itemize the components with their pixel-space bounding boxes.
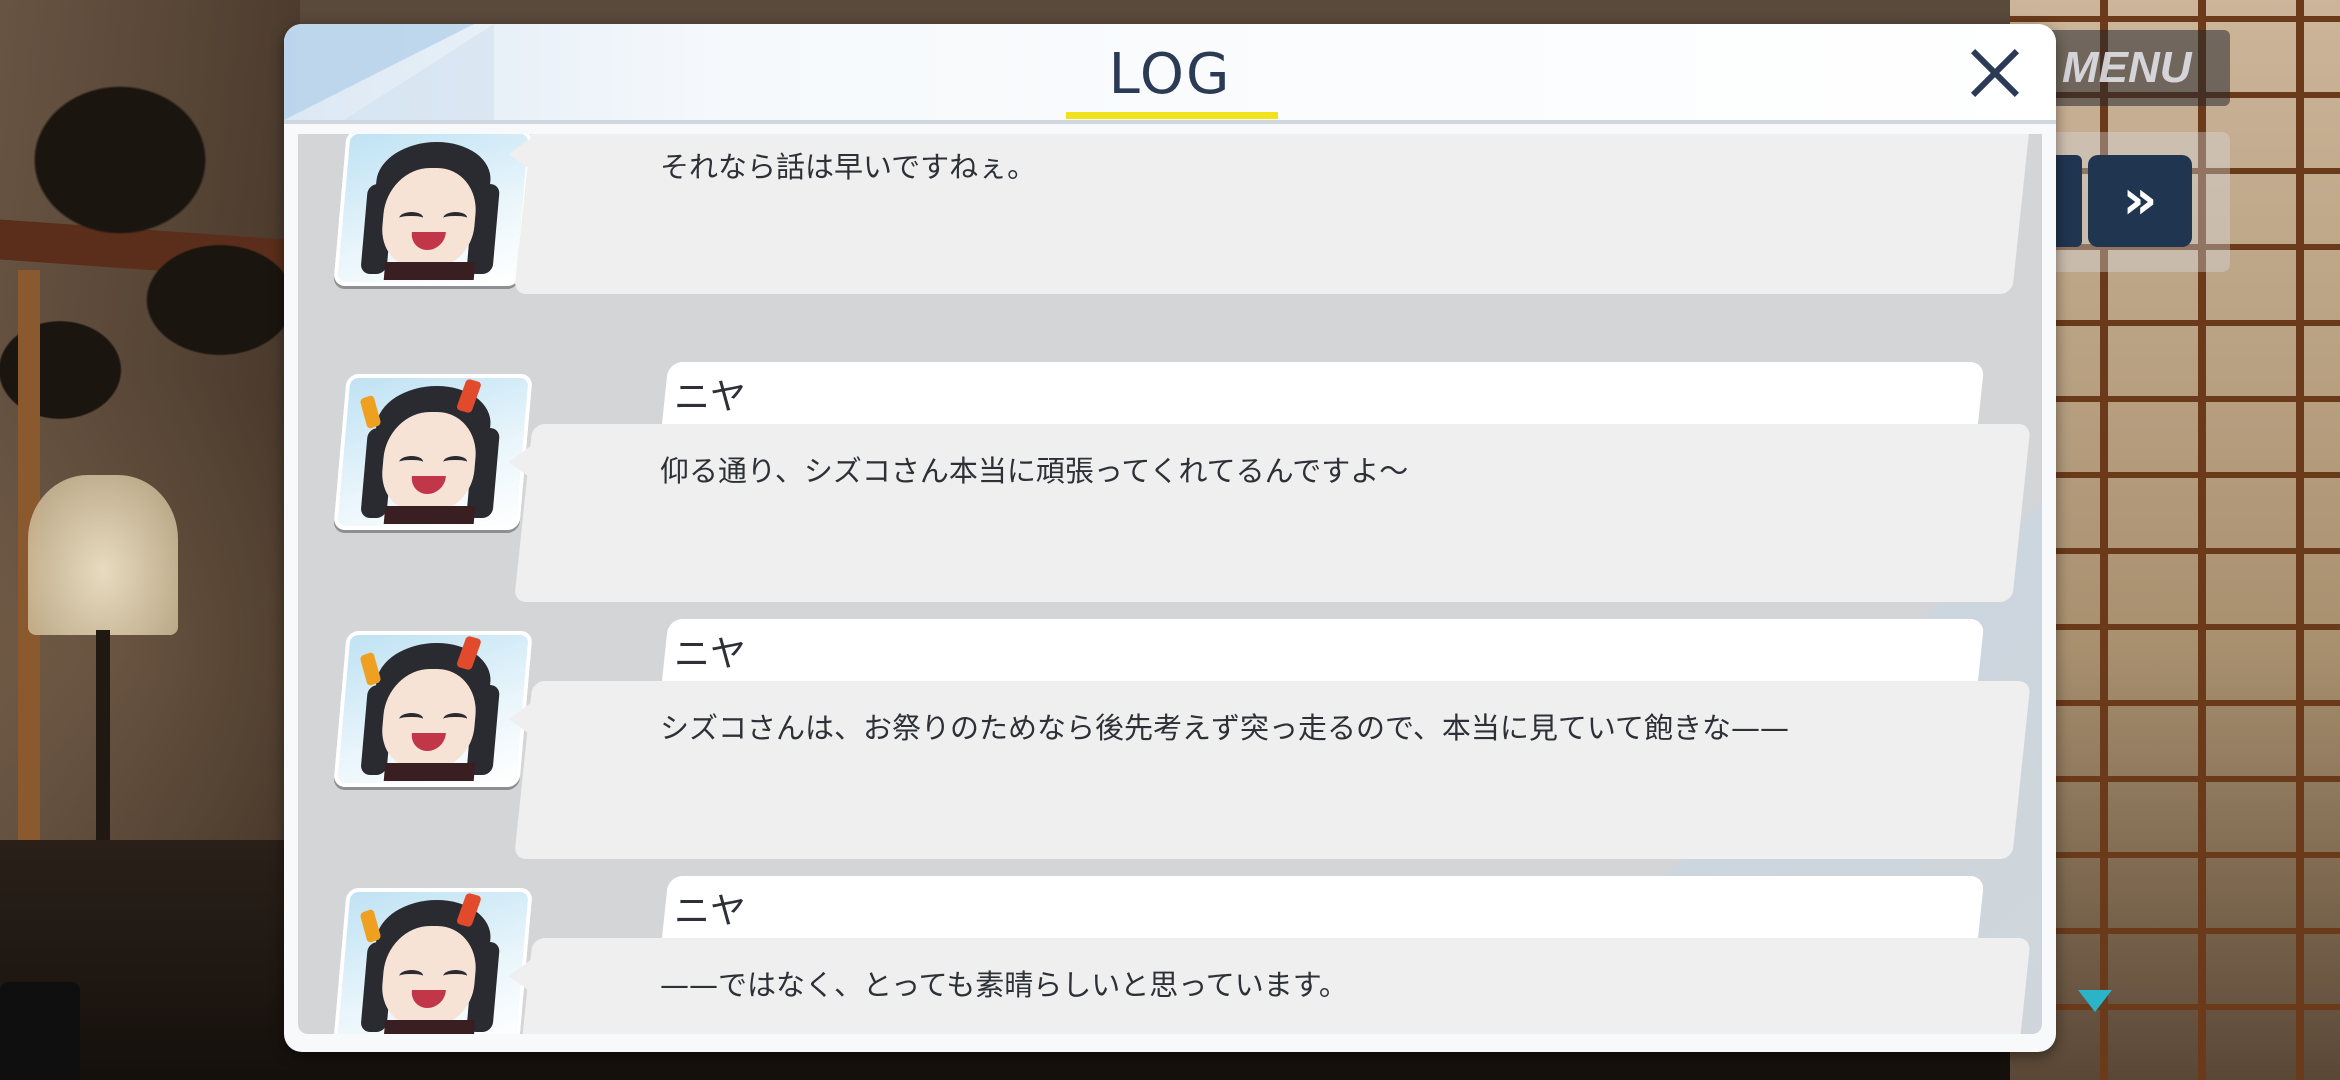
log-entry: ニヤ 仰る通り、シズコさん本当に頑張ってくれてるんですよ〜 <box>298 362 2042 612</box>
log-entry: ニヤ ——ではなく、とっても素晴らしいと思っています。 <box>298 876 2042 1034</box>
dialogue-text: それなら話は早いですねぇ。 <box>660 150 1037 184</box>
close-icon[interactable] <box>1960 38 2030 108</box>
speaker-name-bar <box>662 876 1985 938</box>
dialogue-text: ——ではなく、とっても素晴らしいと思っています。 <box>660 968 1348 1002</box>
speaker-avatar <box>333 631 533 787</box>
triangle-down-icon[interactable] <box>2078 990 2112 1012</box>
header-divider <box>284 120 2056 124</box>
log-dialog: LOG それなら話は早いですねぇ。 ニヤ 仰る通り、シズコさん本当に頑張ってくれ… <box>284 24 2056 1052</box>
speaker-name-bar <box>662 362 1985 424</box>
menu-button[interactable]: MENU <box>2040 30 2230 106</box>
speaker-avatar <box>333 888 533 1034</box>
log-entry: それなら話は早いですねぇ。 <box>298 134 2042 304</box>
speaker-name: ニヤ <box>674 377 747 418</box>
log-header: LOG <box>284 24 2056 120</box>
fast-forward-icon: » <box>2122 168 2158 231</box>
speaker-name: ニヤ <box>674 634 747 675</box>
title-underline <box>1066 112 1278 119</box>
speaker-name: ニヤ <box>674 891 747 932</box>
dialogue-text: 仰る通り、シズコさん本当に頑張ってくれてるんですよ〜 <box>660 454 1409 488</box>
log-list[interactable]: それなら話は早いですねぇ。 ニヤ 仰る通り、シズコさん本当に頑張ってくれてるんで… <box>298 134 2042 1034</box>
dialogue-text: シズコさんは、お祭りのためなら後先考えず突っ走るので、本当に見ていて飽きな—— <box>660 711 1789 745</box>
log-entry: ニヤ シズコさんは、お祭りのためなら後先考えず突っ走るので、本当に見ていて飽きな… <box>298 619 2042 869</box>
background-dark-panel <box>0 982 80 1080</box>
speaker-avatar <box>333 134 533 286</box>
log-title: LOG <box>1108 42 1232 107</box>
skip-button[interactable]: » <box>2088 155 2192 247</box>
speaker-avatar <box>333 374 533 530</box>
background-tree <box>0 40 300 460</box>
background-lamp <box>28 475 178 635</box>
speaker-name-bar <box>662 619 1985 681</box>
